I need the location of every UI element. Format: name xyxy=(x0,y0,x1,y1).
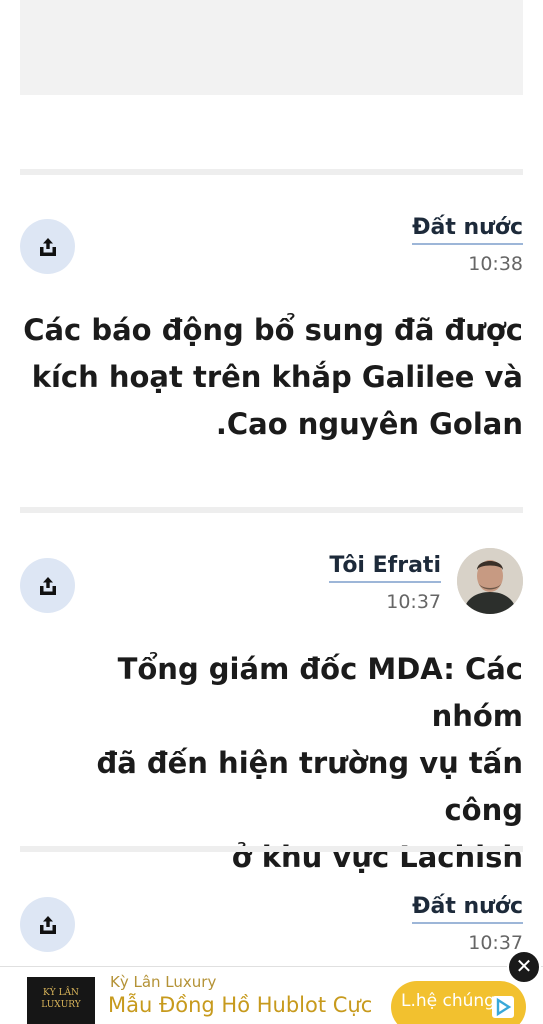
post-time: 10:38 xyxy=(468,253,523,275)
headline-line: đã đến hiện trường vụ tấn công xyxy=(96,746,523,827)
author-link[interactable]: Tôi Efrati xyxy=(329,552,441,583)
post-headline[interactable]: Các báo động bổ sung đã được kích hoạt t… xyxy=(23,307,523,448)
avatar-image xyxy=(457,548,523,614)
ad-title[interactable]: Mẫu Đồng Hồ Hublot Cực xyxy=(108,993,372,1017)
feed-divider xyxy=(20,846,523,852)
ad-logo: KỲ LÂN LUXURY xyxy=(27,977,95,1024)
author-avatar[interactable] xyxy=(457,548,523,614)
ad-placeholder xyxy=(20,0,523,95)
post-meta: Đất nước 10:37 xyxy=(412,893,523,954)
headline-line: .Cao nguyên Golan xyxy=(215,407,523,441)
ad-logo-line: LUXURY xyxy=(41,1000,81,1010)
share-icon xyxy=(39,915,56,934)
headline-line: Tổng giám đốc MDA: Các nhóm xyxy=(117,652,523,733)
post-meta: Đất nước 10:38 xyxy=(412,214,523,275)
share-icon xyxy=(39,237,56,256)
share-button[interactable] xyxy=(20,897,75,952)
feed-divider xyxy=(20,507,523,513)
headline-line: ở khu vực Lachish xyxy=(231,840,523,874)
share-icon xyxy=(39,576,56,595)
ad-banner[interactable]: KỲ LÂN LUXURY Kỳ Lân Luxury Mẫu Đồng Hồ … xyxy=(0,966,543,1024)
author-link[interactable]: Đất nước xyxy=(412,214,523,245)
author-link[interactable]: Đất nước xyxy=(412,893,523,924)
post-time: 10:37 xyxy=(386,591,441,613)
feed-divider xyxy=(20,169,523,175)
share-button[interactable] xyxy=(20,219,75,274)
share-button[interactable] xyxy=(20,558,75,613)
post-meta: Tôi Efrati 10:37 xyxy=(329,552,441,613)
close-icon[interactable]: ✕ xyxy=(507,950,541,984)
ad-sponsor: Kỳ Lân Luxury xyxy=(110,973,217,991)
ad-logo-line: KỲ LÂN xyxy=(43,988,79,998)
ad-choices-icon[interactable] xyxy=(492,996,514,1018)
headline-line: kích hoạt trên khắp Galilee và xyxy=(31,360,523,394)
post-time: 10:37 xyxy=(468,932,523,954)
headline-line: Các báo động bổ sung đã được xyxy=(23,313,523,347)
